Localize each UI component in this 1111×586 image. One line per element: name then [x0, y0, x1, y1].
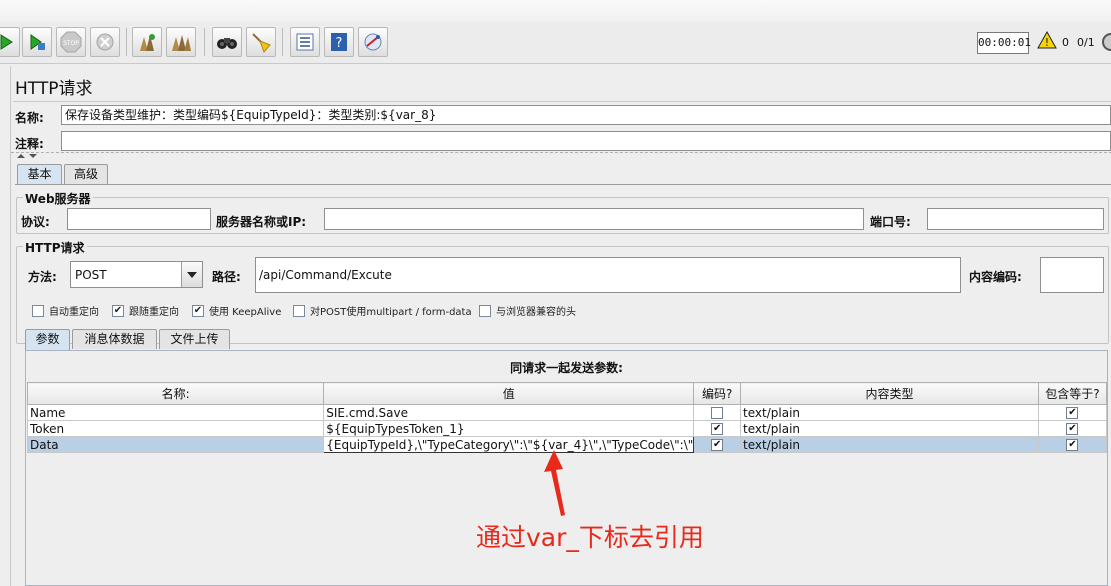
reset-search-icon[interactable] [246, 27, 276, 57]
content-encoding-label: 内容编码: [969, 270, 1022, 284]
elapsed-time: 00:00:01 [977, 32, 1031, 54]
column-header-content-type[interactable]: 内容类型 [740, 382, 1039, 405]
keepalive-checkbox[interactable]: ✔ 使用 KeepAlive [192, 303, 281, 318]
parameters-table: 名称: 值 编码? 内容类型 包含等于? Name SIE.cmd.Save t… [26, 382, 1108, 453]
gear-icon[interactable] [1101, 32, 1111, 55]
table-row[interactable]: Token ${EquipTypesToken_1} ✔ text/plain … [26, 420, 1108, 437]
protocol-label: 协议: [21, 215, 50, 229]
comment-label: 注释: [15, 137, 44, 151]
server-field[interactable] [324, 208, 864, 230]
checkbox-box[interactable] [32, 304, 44, 317]
clear-all-icon[interactable] [166, 27, 196, 57]
content-type-cell[interactable]: text/plain [740, 420, 1039, 437]
page-title: HTTP请求 [15, 79, 93, 99]
search-icon[interactable] [212, 27, 242, 57]
tab-basic[interactable]: 基本 [17, 164, 62, 185]
annotation-arrow [544, 450, 565, 516]
help-icon[interactable]: ? [324, 27, 354, 57]
remote-icon[interactable] [358, 27, 388, 57]
check-icon[interactable]: ✔ [1066, 407, 1079, 419]
check-icon[interactable]: ✔ [711, 423, 724, 435]
name-label: 名称: [15, 111, 44, 125]
tab-body-data[interactable]: 消息体数据 [72, 329, 157, 349]
checkbox-box[interactable] [711, 407, 724, 419]
window-top-strip [0, 0, 1111, 22]
content-type-cell[interactable]: text/plain [740, 404, 1039, 421]
parameters-caption: 同请求一起发送参数: [510, 361, 623, 375]
check-icon[interactable]: ✔ [192, 304, 204, 317]
svg-text:STOP: STOP [63, 40, 79, 47]
warning-count: 0 [1062, 36, 1069, 49]
checkbox-box[interactable] [293, 304, 305, 317]
table-header-row: 名称: 值 编码? 内容类型 包含等于? [26, 382, 1108, 405]
checkbox-box[interactable] [479, 304, 491, 317]
tab-parameters[interactable]: 参数 [25, 329, 70, 350]
include-equals-cell[interactable]: ✔ [1037, 436, 1108, 453]
auto-redirect-checkbox[interactable]: 自动重定向 [32, 303, 99, 318]
path-field[interactable]: /api/Command/Excute [255, 257, 961, 293]
svg-text:?: ? [336, 36, 343, 51]
check-icon[interactable]: ✔ [711, 439, 724, 451]
param-value-cell[interactable]: SIE.cmd.Save [323, 404, 695, 421]
follow-redirect-checkbox[interactable]: ✔ 跟随重定向 [112, 303, 179, 318]
column-header-encode[interactable]: 编码? [693, 382, 742, 405]
content-type-cell[interactable]: text/plain [740, 436, 1039, 453]
title-divider [13, 101, 1111, 102]
stop-icon[interactable]: STOP [56, 27, 86, 57]
browser-headers-checkbox[interactable]: 与浏览器兼容的头 [479, 303, 576, 318]
param-name-cell[interactable]: Data [26, 436, 325, 453]
multipart-checkbox[interactable]: 对POST使用multipart / form-data [293, 303, 472, 318]
method-label: 方法: [28, 270, 57, 284]
annotation-text: 通过var_下标去引用 [476, 523, 704, 552]
toolbar-separator [282, 28, 283, 56]
param-name-cell[interactable]: Name [26, 404, 325, 421]
check-icon[interactable]: ✔ [112, 304, 124, 317]
encode-cell[interactable]: ✔ [693, 436, 742, 453]
toolbar: STOP ? 00:00:01 ! 0 0/1 [0, 22, 1111, 64]
warning-icon[interactable]: ! [1037, 30, 1057, 52]
column-header-name[interactable]: 名称: [26, 382, 325, 405]
active-threads: 0/1 [1077, 36, 1095, 49]
chevron-down-icon[interactable] [181, 262, 202, 287]
tab-file-upload[interactable]: 文件上传 [159, 329, 230, 349]
tab-rule [15, 184, 1111, 185]
encode-cell[interactable]: ✔ [693, 420, 742, 437]
web-server-group-title: Web服务器 [23, 190, 93, 207]
check-icon[interactable]: ✔ [1066, 439, 1079, 451]
request-sub-tabs: 参数 消息体数据 文件上传 [25, 329, 285, 350]
path-label: 路径: [212, 270, 241, 284]
svg-text:!: ! [1045, 36, 1049, 49]
column-header-value[interactable]: 值 [323, 382, 695, 405]
http-request-group-title: HTTP请求 [23, 239, 87, 256]
include-equals-cell[interactable]: ✔ [1037, 404, 1108, 421]
function-helper-icon[interactable] [290, 27, 320, 57]
param-value-cell[interactable]: {EquipTypeId},\"TypeCategory\":\"${var_4… [323, 436, 695, 453]
start-no-pause-icon[interactable] [22, 27, 52, 57]
name-field[interactable]: 保存设备类型维护：类型编码${EquipTypeId}：类型类别:${var_8… [61, 105, 1111, 125]
toolbar-separator [126, 28, 127, 56]
column-header-include-equals[interactable]: 包含等于? [1037, 382, 1108, 405]
splitter-handle[interactable] [11, 152, 1111, 158]
start-icon[interactable] [0, 27, 20, 57]
table-row[interactable]: Name SIE.cmd.Save text/plain ✔ [26, 404, 1108, 421]
toolbar-separator [204, 28, 205, 56]
method-select[interactable]: POST [70, 261, 203, 288]
clear-icon[interactable] [132, 27, 162, 57]
param-value-cell[interactable]: ${EquipTypesToken_1} [323, 420, 695, 437]
shutdown-icon[interactable] [90, 27, 120, 57]
main-tabs: 基本 高级 [17, 164, 217, 185]
method-value: POST [75, 268, 107, 282]
tab-advanced[interactable]: 高级 [64, 164, 108, 184]
include-equals-cell[interactable]: ✔ [1037, 420, 1108, 437]
port-field[interactable] [927, 208, 1104, 230]
protocol-field[interactable] [67, 208, 211, 230]
server-label: 服务器名称或IP: [216, 215, 307, 229]
content-encoding-field[interactable] [1040, 257, 1104, 293]
param-name-cell[interactable]: Token [26, 420, 325, 437]
check-icon[interactable]: ✔ [1066, 423, 1079, 435]
comment-field[interactable] [61, 131, 1111, 151]
port-label: 端口号: [870, 215, 911, 229]
encode-cell[interactable] [693, 404, 742, 421]
